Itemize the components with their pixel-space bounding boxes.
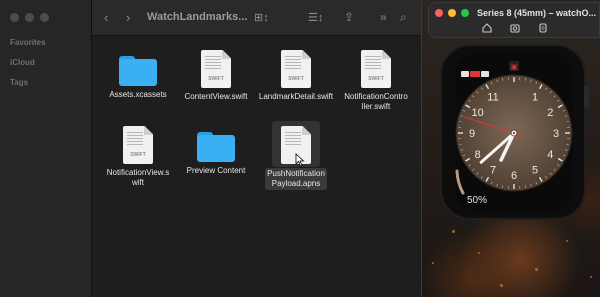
zoom-button[interactable] <box>40 13 49 22</box>
mouse-cursor-icon <box>295 153 305 167</box>
hour-numeral: 11 <box>487 92 498 104</box>
folder-icon <box>119 56 157 86</box>
file-item[interactable]: SWIFT NotificationView.swift <box>98 126 178 188</box>
file-name: PushNotificationPayload.apns <box>265 168 327 190</box>
back-arrow-icon[interactable]: ‹ <box>104 11 108 25</box>
simulator-title: Series 8 (45mm) – watchO... <box>477 8 597 18</box>
watch-face[interactable]: 12345 6 789 1011 ▣ 50% <box>455 53 573 211</box>
file-name: NotificationController.swift <box>344 92 408 111</box>
window-controls <box>10 13 49 22</box>
hour-numeral: 1 <box>532 92 538 104</box>
search-icon[interactable]: ⌕ <box>400 10 407 24</box>
screenshot-icon[interactable] <box>510 23 520 33</box>
hour-numeral: 10 <box>472 107 484 119</box>
sidebar-section-favorites[interactable]: Favorites <box>10 38 46 47</box>
simulator-titlebar: Series 8 (45mm) – watchO... <box>428 2 600 38</box>
file-item[interactable]: SWIFT ContentView.swift <box>176 50 256 102</box>
rotate-icon[interactable] <box>538 23 548 33</box>
file-name: LandmarkDetail.swift <box>258 92 334 101</box>
hour-numeral: 5 <box>532 164 538 176</box>
file-item[interactable]: Preview Content <box>176 128 256 176</box>
swift-file-icon: SWIFT <box>123 126 153 164</box>
file-grid: Assets.xcassets SWIFT ContentView.swift … <box>92 36 421 297</box>
file-name: NotificationView.swift <box>106 168 170 187</box>
icon-view-icon[interactable]: ⊞↕ <box>254 11 269 25</box>
swift-file-icon: SWIFT <box>281 50 311 88</box>
battery-label: 50% <box>467 195 487 206</box>
sim-close-button[interactable] <box>435 9 443 17</box>
svg-text:▣: ▣ <box>511 64 518 71</box>
file-item[interactable]: SWIFT NotificationController.swift <box>336 50 416 112</box>
sim-minimize-button[interactable] <box>448 9 456 17</box>
sidebar-section-icloud[interactable]: iCloud <box>10 58 35 67</box>
file-name: ContentView.swift <box>184 92 248 101</box>
window-title: WatchLandmarks... <box>147 11 248 23</box>
forward-arrow-icon[interactable]: › <box>126 11 130 25</box>
finder-window: Favorites iCloud Tags ‹ › WatchLandmarks… <box>0 0 422 297</box>
folder-icon <box>197 132 235 162</box>
hour-numeral: 9 <box>469 128 475 140</box>
more-chevron-icon[interactable]: » <box>380 10 387 24</box>
group-view-icon[interactable]: ☰↕ <box>308 11 323 25</box>
swift-file-icon: SWIFT <box>201 50 231 88</box>
file-name: Preview Content <box>186 166 246 175</box>
hour-numeral: 3 <box>553 128 559 140</box>
hour-numeral: 7 <box>490 164 496 176</box>
hour-numeral: 8 <box>475 149 481 161</box>
home-icon[interactable] <box>482 23 492 33</box>
hour-numeral: 2 <box>547 107 553 119</box>
file-name: Assets.xcassets <box>109 90 167 99</box>
file-item[interactable]: SWIFT LandmarkDetail.swift <box>256 50 336 102</box>
file-item[interactable]: Assets.xcassets <box>98 52 178 100</box>
digital-crown[interactable] <box>584 86 589 108</box>
finder-sidebar: Favorites iCloud Tags <box>0 0 92 297</box>
close-button[interactable] <box>10 13 19 22</box>
hour-numeral: 4 <box>547 149 553 161</box>
sim-zoom-button[interactable] <box>461 9 469 17</box>
swift-file-icon: SWIFT <box>361 50 391 88</box>
minimize-button[interactable] <box>25 13 34 22</box>
simulator-window-controls <box>435 9 469 17</box>
hour-numeral: 6 <box>511 170 517 182</box>
share-icon[interactable]: ⇪ <box>344 10 354 24</box>
sidebar-section-tags[interactable]: Tags <box>10 78 28 87</box>
finder-toolbar: ‹ › WatchLandmarks... ⊞↕ ☰↕ ⇪ » ⌕ <box>92 0 421 36</box>
